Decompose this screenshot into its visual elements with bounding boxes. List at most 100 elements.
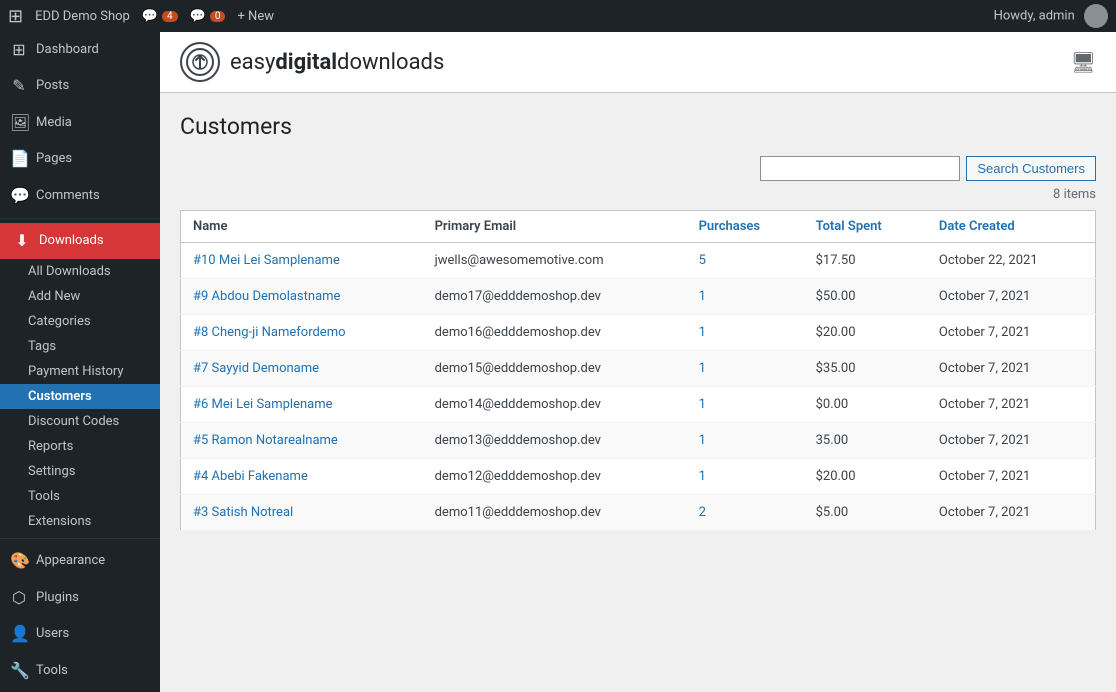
adminbar-comments[interactable]: 💬 4 [142, 9, 178, 24]
customer-email-cell: demo14@edddemoshop.dev [423, 387, 687, 423]
sidebar: ⊞ Dashboard ✎ Posts 🖼 Media 📄 Pages 💬 Co… [0, 32, 160, 692]
comments-count: 4 [162, 11, 178, 22]
downloads-submenu: All Downloads Add New Categories Tags Pa… [0, 259, 160, 534]
customer-name-link[interactable]: #8 Cheng-ji Namefordemo [193, 325, 346, 340]
table-row: #3 Satish Notreal demo11@edddemoshop.dev 2… [181, 495, 1096, 531]
table-row: #8 Cheng-ji Namefordemodemo16@edddemosho… [181, 315, 1096, 351]
table-row: #7 Sayyid Demonamedemo15@edddemoshop.dev… [181, 351, 1096, 387]
customer-purchases-cell: 1 [687, 279, 804, 315]
customer-name-link[interactable]: #10 Mei Lei Samplename [193, 253, 340, 268]
customer-name-link[interactable]: #9 Abdou Demolastname [193, 289, 340, 304]
sidebar-sub-customers[interactable]: Customers [0, 384, 160, 409]
tools-icon: 🔧 [10, 660, 28, 682]
col-total-sort-link[interactable]: Total Spent [816, 219, 882, 234]
table-row: #10 Mei Lei Samplenamejwells@awesomemoti… [181, 243, 1096, 279]
admin-bar: ⊞ EDD Demo Shop 💬 4 💬 0 + New Howdy, adm… [0, 0, 1116, 32]
sidebar-item-tools[interactable]: 🔧 Tools [0, 653, 160, 689]
sidebar-sub-settings[interactable]: Settings [0, 459, 160, 484]
customer-email-cell: demo11@edddemoshop.dev [423, 495, 687, 531]
sidebar-item-dashboard[interactable]: ⊞ Dashboard [0, 32, 160, 68]
sidebar-label-comments: Comments [36, 187, 100, 205]
adminbar-messages[interactable]: 💬 0 [190, 9, 226, 24]
table-row: #9 Abdou Demolastnamedemo17@edddemoshop.… [181, 279, 1096, 315]
col-header-date-created[interactable]: Date Created [927, 211, 1096, 243]
purchases-link[interactable]: 1 [699, 361, 706, 376]
sidebar-sub-all-downloads[interactable]: All Downloads [0, 259, 160, 284]
media-icon: 🖼 [10, 112, 28, 134]
customer-name-cell: #6 Mei Lei Samplename [181, 387, 423, 423]
sidebar-sub-tools[interactable]: Tools [0, 484, 160, 509]
sidebar-item-media[interactable]: 🖼 Media [0, 105, 160, 141]
posts-icon: ✎ [10, 75, 28, 97]
sidebar-divider-1 [0, 218, 160, 219]
sidebar-sub-extensions[interactable]: Extensions [0, 509, 160, 534]
adminbar-site-name[interactable]: EDD Demo Shop [35, 9, 130, 24]
downloads-icon: ⬇ [13, 230, 31, 252]
sidebar-sub-payment-history[interactable]: Payment History [0, 359, 160, 384]
sidebar-label-downloads: Downloads [39, 232, 104, 250]
sidebar-sub-categories[interactable]: Categories [0, 309, 160, 334]
appearance-icon: 🎨 [10, 550, 28, 572]
customer-total-cell: $35.00 [804, 351, 927, 387]
adminbar-new[interactable]: + New [237, 9, 274, 24]
sidebar-label-dashboard: Dashboard [36, 41, 99, 59]
customer-email-cell: demo12@edddemoshop.dev [423, 459, 687, 495]
customer-purchases-cell: 1 [687, 315, 804, 351]
sidebar-item-pages[interactable]: 📄 Pages [0, 141, 160, 177]
comments-bubble-icon: 💬 [10, 185, 28, 207]
customer-date-cell: October 7, 2021 [927, 423, 1096, 459]
page-content-area: Customers Search Customers 8 items Name … [160, 93, 1116, 692]
purchases-link[interactable]: 5 [699, 253, 706, 268]
purchases-link[interactable]: 1 [699, 325, 706, 340]
sidebar-item-users[interactable]: 👤 Users [0, 616, 160, 652]
wp-logo-icon[interactable]: ⊞ [8, 6, 23, 27]
edd-header: easydigitaldownloads 🖥 [160, 32, 1116, 93]
sidebar-sub-reports[interactable]: Reports [0, 434, 160, 459]
adminbar-user[interactable]: Howdy, admin [994, 4, 1108, 28]
col-header-purchases[interactable]: Purchases [687, 211, 804, 243]
sidebar-label-tools: Tools [36, 662, 68, 680]
customer-date-cell: October 7, 2021 [927, 495, 1096, 531]
purchases-link[interactable]: 1 [699, 469, 706, 484]
purchases-link[interactable]: 1 [699, 289, 706, 304]
sidebar-item-appearance[interactable]: 🎨 Appearance [0, 543, 160, 579]
customer-name-link[interactable]: #3 Satish Notreal [193, 505, 293, 520]
col-header-name: Name [181, 211, 423, 243]
messages-icon: 💬 [190, 9, 206, 24]
customer-name-cell: #3 Satish Notreal [181, 495, 423, 531]
customer-purchases-cell: 1 [687, 387, 804, 423]
customer-date-cell: October 7, 2021 [927, 315, 1096, 351]
col-date-sort-link[interactable]: Date Created [939, 219, 1015, 234]
sidebar-label-media: Media [36, 114, 72, 132]
sidebar-item-posts[interactable]: ✎ Posts [0, 68, 160, 104]
customer-name-link[interactable]: #7 Sayyid Demoname [193, 361, 319, 376]
sidebar-label-posts: Posts [36, 77, 69, 95]
search-customers-button[interactable]: Search Customers [966, 156, 1096, 181]
table-row: #6 Mei Lei Samplename demo14@edddemoshop.… [181, 387, 1096, 423]
customer-name-link[interactable]: #5 Ramon Notarealname [193, 433, 338, 448]
sidebar-item-comments[interactable]: 💬 Comments [0, 178, 160, 214]
search-customers-input[interactable] [760, 156, 960, 181]
user-avatar [1084, 4, 1108, 28]
customer-name-link[interactable]: #6 Mei Lei Samplename [193, 397, 333, 412]
table-row: #5 Ramon Notarealnamedemo13@edddemoshop.… [181, 423, 1096, 459]
purchases-link[interactable]: 2 [699, 505, 706, 520]
purchases-link[interactable]: 1 [699, 397, 706, 412]
items-count: 8 items [180, 187, 1096, 202]
sidebar-sub-discount-codes[interactable]: Discount Codes [0, 409, 160, 434]
edd-logo-icon [180, 42, 220, 82]
customer-name-cell: #4 Abebi Fakename [181, 459, 423, 495]
sidebar-sub-tags[interactable]: Tags [0, 334, 160, 359]
edd-logo-text: easydigitaldownloads [230, 50, 444, 75]
customer-name-link[interactable]: #4 Abebi Fakename [193, 469, 308, 484]
customer-total-cell: 35.00 [804, 423, 927, 459]
sidebar-sub-add-new[interactable]: Add New [0, 284, 160, 309]
purchases-link[interactable]: 1 [699, 433, 706, 448]
sidebar-item-plugins[interactable]: ⬡ Plugins [0, 580, 160, 616]
customer-purchases-cell: 1 [687, 351, 804, 387]
customer-date-cell: October 7, 2021 [927, 387, 1096, 423]
sidebar-item-downloads[interactable]: ⬇ Downloads [0, 223, 160, 259]
col-header-total-spent[interactable]: Total Spent [804, 211, 927, 243]
col-purchases-sort-link[interactable]: Purchases [699, 219, 761, 234]
monitor-icon[interactable]: 🖥 [1071, 50, 1096, 74]
